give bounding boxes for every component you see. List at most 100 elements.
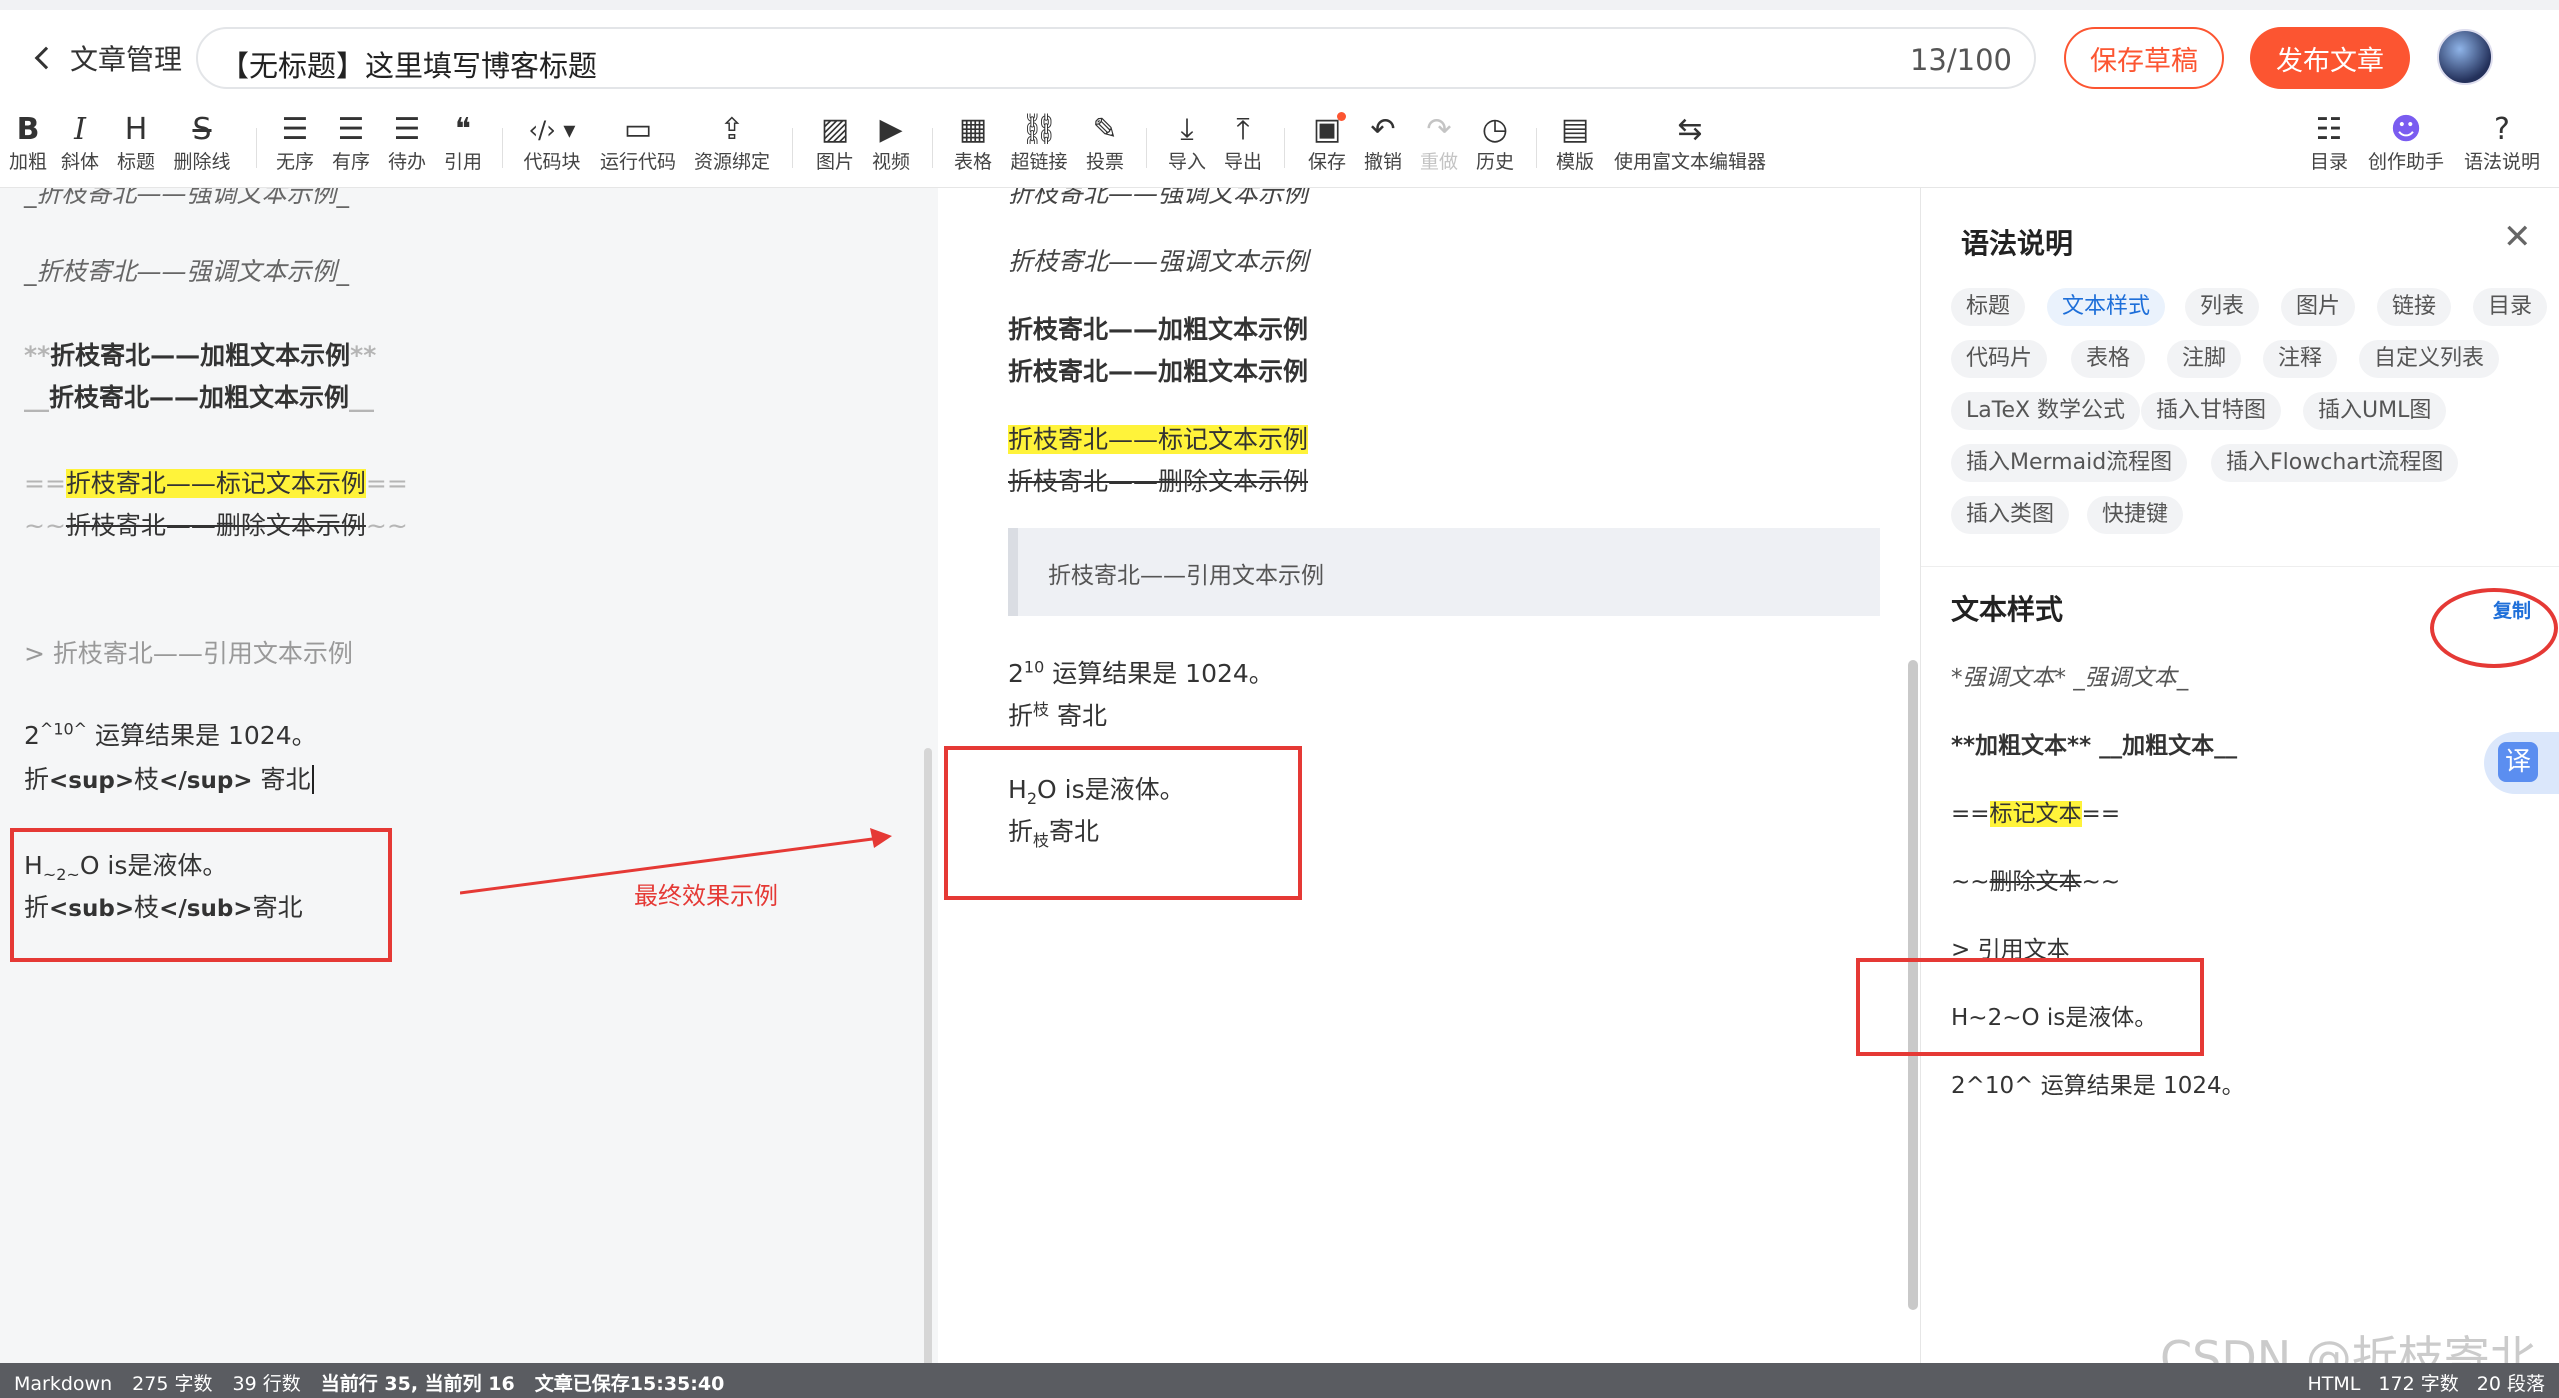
toolbar-history-label: 历史 xyxy=(1475,151,1514,173)
todo-list-icon: ☰ xyxy=(393,112,421,147)
text-cursor: ​ xyxy=(311,765,314,794)
chip-footnote[interactable]: 注脚 xyxy=(2167,340,2242,378)
md-text: 运算结果是 1024。 xyxy=(87,721,317,750)
back-to-article-management[interactable]: 文章管理 xyxy=(30,38,182,78)
preview-bold-2: 折枝寄北——加粗文本示例 xyxy=(1008,357,1309,386)
toolbar-heading-button[interactable]: H 标题 xyxy=(116,110,156,174)
chip-flowchart[interactable]: 插入Flowchart流程图 xyxy=(2211,444,2459,482)
preview-strikethrough: 折枝寄北——删除文本示例 xyxy=(1008,462,1308,498)
editor-line-bold-underscores: __折枝寄北——加粗文本示例__ xyxy=(24,378,374,414)
template-icon: ▤ xyxy=(1560,112,1590,147)
chip-toc[interactable]: 目录 xyxy=(2473,288,2548,326)
preview-text: 2 xyxy=(1008,659,1024,688)
toolbar-bold-button[interactable]: B 加粗 xyxy=(8,110,48,174)
toolbar-italic-button[interactable]: I 斜体 xyxy=(60,110,100,174)
chip-uml[interactable]: 插入UML图 xyxy=(2303,392,2447,430)
toolbar-writing-assistant-button[interactable]: ☻ 创作助手 xyxy=(2364,110,2448,174)
article-title-input[interactable]: 【无标题】这里填写博客标题 13/100 xyxy=(196,27,2036,89)
example-strike: 删除文本 xyxy=(1989,869,2082,895)
toolbar-todo-list-button[interactable]: ☰ 待办 xyxy=(386,110,428,174)
chip-table[interactable]: 表格 xyxy=(2071,340,2146,378)
chip-link[interactable]: 链接 xyxy=(2377,288,2452,326)
editor-header: 文章管理 【无标题】这里填写博客标题 13/100 保存草稿 发布文章 xyxy=(0,10,2559,102)
toolbar-unordered-list-button[interactable]: ☰ 无序 xyxy=(274,110,316,174)
status-cursor-position: 当前行 35, 当前列 16 xyxy=(320,1373,515,1395)
annotation-box-panel xyxy=(1856,958,2204,1056)
toolbar-redo-button[interactable]: ↷ 重做 xyxy=(1418,110,1460,174)
preview-strike-text: 折枝寄北——删除文本示例 xyxy=(1008,467,1309,496)
toolbar-syntax-help-button[interactable]: ? 语法说明 xyxy=(2460,110,2544,174)
toolbar-video-button[interactable]: ▶ 视频 xyxy=(870,110,912,174)
toolbar-save-label: 保存 xyxy=(1307,151,1346,173)
toolbar-image-label: 图片 xyxy=(815,151,854,173)
html-tag: <sup> xyxy=(49,768,135,794)
chip-list[interactable]: 列表 xyxy=(2185,288,2260,326)
preview-sup: 10 xyxy=(1023,657,1045,677)
toolbar-save-button[interactable]: ▣ 保存 xyxy=(1306,110,1348,174)
toolbar-code-block-button[interactable]: ‹/› ▾ 代码块 xyxy=(514,110,590,174)
chip-image[interactable]: 图片 xyxy=(2281,288,2356,326)
chip-class-diagram[interactable]: 插入类图 xyxy=(1951,496,2070,534)
toolbar-table-button[interactable]: ▦ 表格 xyxy=(952,110,994,174)
toolbar-export-button[interactable]: ⤒ 导出 xyxy=(1222,110,1264,174)
status-bar: Markdown 275 字数 39 行数 当前行 35, 当前列 16 文章已… xyxy=(0,1363,2559,1398)
toolbar-strikethrough-button[interactable]: S 删除线 xyxy=(170,110,234,174)
chip-code[interactable]: 代码片 xyxy=(1951,340,2048,378)
toolbar-separator xyxy=(1146,128,1147,168)
toolbar-history-button[interactable]: ◷ 历史 xyxy=(1474,110,1516,174)
panel-divider xyxy=(1921,566,2559,567)
toolbar-resource-binding-button[interactable]: ⇪ 资源绑定 xyxy=(692,110,772,174)
toolbar-run-label: 运行代码 xyxy=(599,151,676,173)
code-icon: ‹/› ▾ xyxy=(528,116,576,144)
editor-line-strikethrough: ~~折枝寄北——删除文本示例~~ xyxy=(24,506,408,542)
editor-scrollbar[interactable] xyxy=(924,748,932,1363)
example-mark: ==标记文本== xyxy=(1951,794,2120,828)
md-marker: == xyxy=(24,469,66,498)
translate-float-button[interactable]: 译 xyxy=(2484,732,2559,794)
chip-custom-list[interactable]: 自定义列表 xyxy=(2359,340,2500,378)
toolbar-image-button[interactable]: ▨ 图片 xyxy=(814,110,856,174)
toolbar-strike-label: 删除线 xyxy=(173,151,231,173)
status-paragraphs: 20 段落 xyxy=(2476,1373,2545,1395)
chip-mermaid[interactable]: 插入Mermaid流程图 xyxy=(1951,444,2188,482)
toolbar-vote-button[interactable]: ✎ 投票 xyxy=(1084,110,1126,174)
preview-text: 折 xyxy=(1008,701,1034,731)
toolbar-separator xyxy=(932,128,933,168)
chip-comment[interactable]: 注释 xyxy=(2263,340,2338,378)
toolbar-undo-button[interactable]: ↶ 撤销 xyxy=(1362,110,1404,174)
chip-text-style[interactable]: 文本样式 xyxy=(2047,288,2166,326)
toolbar-template-button[interactable]: ▤ 模版 xyxy=(1554,110,1596,174)
export-icon: ⤒ xyxy=(1236,112,1250,147)
preview-bold-1: 折枝寄北——加粗文本示例 xyxy=(1008,315,1309,344)
status-html: HTML xyxy=(2307,1373,2361,1395)
bold-icon: B xyxy=(16,112,40,147)
italic-icon: I xyxy=(74,112,86,147)
toolbar-rich-text-editor-button[interactable]: ⇆ 使用富文本编辑器 xyxy=(1610,110,1770,174)
toolbar-quote-button[interactable]: ❝ 引用 xyxy=(442,110,484,174)
chip-gantt[interactable]: 插入甘特图 xyxy=(2141,392,2282,430)
toolbar-ordered-list-button[interactable]: ☰ 有序 xyxy=(330,110,372,174)
toolbar-import-button[interactable]: ⤓ 导入 xyxy=(1166,110,1208,174)
chip-heading[interactable]: 标题 xyxy=(1951,288,2026,326)
close-icon[interactable]: ✕ xyxy=(2503,220,2532,254)
avatar[interactable] xyxy=(2437,29,2493,85)
chip-latex[interactable]: LaTeX 数学公式 xyxy=(1951,392,2141,430)
table-icon: ▦ xyxy=(958,112,988,147)
toolbar-hyperlink-button[interactable]: ⛓ 超链接 xyxy=(1008,110,1070,174)
markdown-editor-pane[interactable]: _折枝寄北——强调文本示例_ _折枝寄北——强调文本示例_ **折枝寄北——加粗… xyxy=(0,188,938,1363)
md-marker: __ xyxy=(349,383,375,412)
toolbar-undo-label: 撤销 xyxy=(1363,151,1402,173)
md-sup-marker: ^10^ xyxy=(39,719,88,739)
status-mode: Markdown xyxy=(14,1373,113,1395)
publish-article-button[interactable]: 发布文章 xyxy=(2250,27,2410,89)
save-draft-button[interactable]: 保存草稿 xyxy=(2064,27,2224,89)
preview-blockquote: 折枝寄北——引用文本示例 xyxy=(1008,528,1880,616)
toolbar-ol-label: 有序 xyxy=(331,151,370,173)
toolbar-run-code-button[interactable]: ▭ 运行代码 xyxy=(598,110,678,174)
example-superscript: 2^10^ 运算结果是 1024。 xyxy=(1951,1073,2245,1099)
panel-title: 语法说明 xyxy=(1961,227,2074,260)
editor-line-bold-stars: **折枝寄北——加粗文本示例** xyxy=(24,336,376,372)
toolbar-toc-button[interactable]: ☷ 目录 xyxy=(2308,110,2350,174)
chip-shortcuts[interactable]: 快捷键 xyxy=(2087,496,2184,534)
toolbar-separator xyxy=(1536,128,1537,168)
